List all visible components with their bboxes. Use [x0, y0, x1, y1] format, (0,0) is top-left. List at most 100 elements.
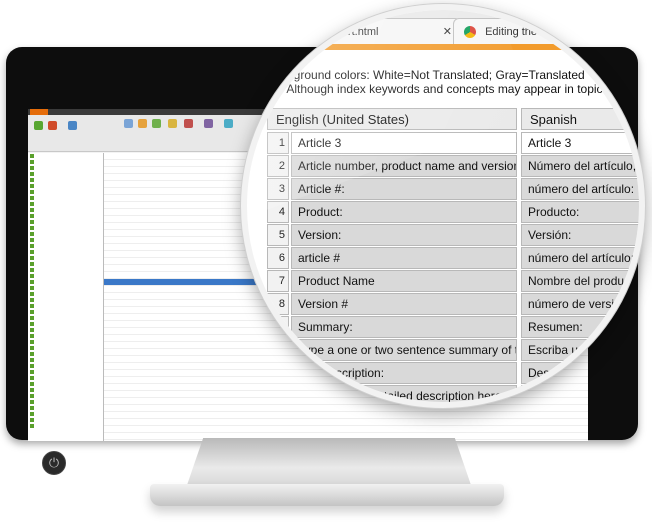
file-icon: [30, 196, 34, 200]
magnifier-lens: shReport.html ✕ Editing the Maste Backgr…: [241, 4, 645, 408]
row-number: 9: [267, 316, 289, 338]
file-icon: [30, 376, 34, 380]
tab-report-label: shReport.html: [310, 26, 379, 38]
source-cell[interactable]: Product:: [291, 201, 517, 223]
file-list-item[interactable]: [28, 423, 103, 429]
file-icon: [30, 346, 34, 350]
document-row[interactable]: [104, 419, 588, 426]
target-cell[interactable]: Versión:: [521, 224, 639, 246]
file-icon: [30, 202, 34, 206]
file-icon: [30, 322, 34, 326]
target-cell[interactable]: Producto:: [521, 201, 639, 223]
row-number: 5: [267, 224, 289, 246]
power-icon[interactable]: ⏻: [42, 451, 66, 475]
file-icon: [30, 274, 34, 278]
column-header-english: English (United States): [267, 108, 517, 130]
tab-report[interactable]: shReport.html ✕: [299, 18, 461, 45]
file-icon: [30, 292, 34, 296]
file-icon: [30, 298, 34, 302]
target-cell[interactable]: número de versión: [521, 293, 639, 315]
file-icon: [30, 394, 34, 398]
tab-editing-label: Editing the Maste: [485, 26, 571, 38]
project-icon[interactable]: [204, 119, 213, 128]
file-icon: [30, 172, 34, 176]
note-line-1: Background colors: White=Not Translated;…: [267, 68, 585, 82]
file-icon: [30, 310, 34, 314]
file-icon: [30, 412, 34, 416]
note-line-2: t 2: Although index keywords and concept…: [267, 82, 603, 96]
file-icon: [30, 388, 34, 392]
file-icon: [30, 352, 34, 356]
monitor-stand-neck: [186, 438, 472, 488]
file-icon: [30, 208, 34, 212]
file-icon: [30, 256, 34, 260]
tab-editing[interactable]: Editing the Maste: [453, 18, 639, 45]
file-icon: [30, 262, 34, 266]
source-cell[interactable]: Article #:: [291, 178, 517, 200]
file-list-panel: [28, 153, 104, 441]
reject-icon[interactable]: [48, 121, 57, 130]
source-cell[interactable]: article #: [291, 247, 517, 269]
export-icon[interactable]: [184, 119, 193, 128]
folder-icon[interactable]: [138, 119, 147, 128]
source-cell[interactable]: Version #: [291, 293, 517, 315]
row-number: 7: [267, 270, 289, 292]
source-cell[interactable]: Article number, product name and version…: [291, 155, 517, 177]
file-icon: [30, 154, 34, 158]
source-cell[interactable]: Version:: [291, 224, 517, 246]
file-icon: [30, 364, 34, 368]
document-row[interactable]: [104, 412, 588, 419]
row-number: 10: [267, 339, 289, 361]
chrome-icon: [464, 26, 476, 39]
file-icon: [30, 370, 34, 374]
target-cell[interactable]: número del artículo:: [521, 178, 639, 200]
target-cell[interactable]: Número del artículo,: [521, 155, 639, 177]
settings-icon[interactable]: [224, 119, 233, 128]
target-cell[interactable]: número del artículo:: [521, 247, 639, 269]
document-icon[interactable]: [68, 121, 77, 130]
target-cell[interactable]: Escriba un resume: [521, 339, 639, 361]
file-icon: [30, 334, 34, 338]
target-cell[interactable]: Descripción Co: [521, 362, 639, 384]
file-icon: [30, 178, 34, 182]
column-header-spanish: Spanish: [521, 108, 639, 130]
file-icon: [30, 358, 34, 362]
row-number: 8: [267, 293, 289, 315]
tool-icon[interactable]: [124, 119, 133, 128]
file-icon: [30, 286, 34, 290]
file-icon: [30, 424, 34, 428]
file-icon: [30, 328, 34, 332]
notes: Background colors: White=Not Translated;…: [267, 68, 639, 96]
source-cell[interactable]: Type a one or two sentence summary of th…: [291, 339, 517, 361]
document-row[interactable]: [104, 426, 588, 433]
source-cell[interactable]: Summary:: [291, 316, 517, 338]
target-cell[interactable]: Resumen:: [521, 316, 639, 338]
target-cell[interactable]: Nombre del producto: [521, 270, 639, 292]
document-row[interactable]: [104, 405, 588, 412]
file-icon: [30, 268, 34, 272]
file-icon: [30, 220, 34, 224]
file-icon: [30, 232, 34, 236]
source-cell[interactable]: Article 3: [291, 132, 517, 154]
file-icon: [30, 382, 34, 386]
report-icon[interactable]: [168, 119, 177, 128]
row-number: 1: [267, 132, 289, 154]
close-icon[interactable]: ✕: [443, 19, 452, 45]
file-icon: [30, 406, 34, 410]
file-icon: [30, 244, 34, 248]
row-number: 4: [267, 201, 289, 223]
row-number: [267, 362, 289, 384]
file-icon: [30, 280, 34, 284]
source-cell[interactable]: Product Name: [291, 270, 517, 292]
file-icon: [30, 160, 34, 164]
file-icon: [30, 304, 34, 308]
source-cell[interactable]: Full Description:: [291, 362, 517, 384]
accept-icon[interactable]: [34, 121, 43, 130]
translate-icon[interactable]: [152, 119, 161, 128]
monitor-stand-base: [150, 484, 504, 506]
file-icon: [30, 190, 34, 194]
target-cell[interactable]: Article 3: [521, 132, 639, 154]
file-icon: [30, 316, 34, 320]
file-icon: [30, 400, 34, 404]
accent-bar: [247, 44, 639, 50]
